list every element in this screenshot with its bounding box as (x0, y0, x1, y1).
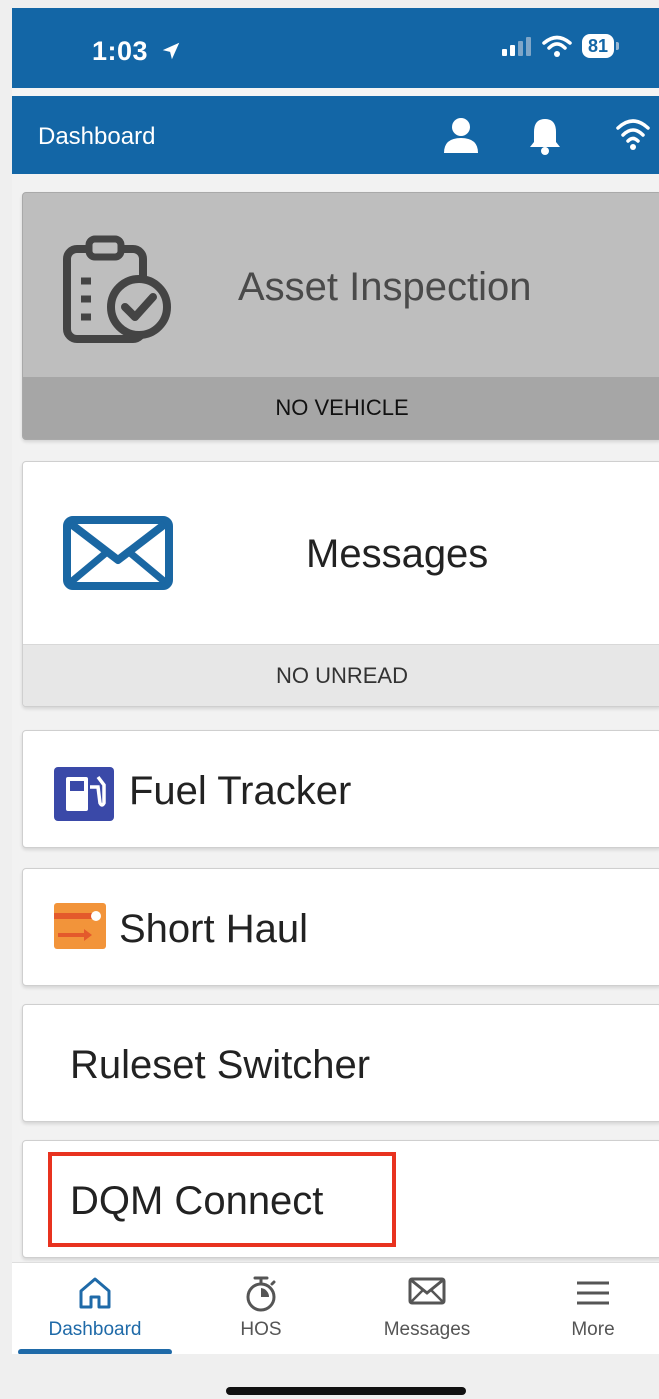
tab-messages-label: Messages (383, 1319, 471, 1340)
ruleset-switcher-card[interactable]: Ruleset Switcher (22, 1004, 659, 1122)
tab-dashboard[interactable]: Dashboard (12, 1263, 178, 1355)
stopwatch-icon (246, 1276, 276, 1312)
asset-inspection-status: NO VEHICLE (23, 377, 659, 439)
wifi-connection-icon[interactable] (615, 116, 651, 152)
clipboard-check-icon (63, 235, 171, 343)
status-bar: 1:03 81 (12, 8, 659, 88)
battery-tip (616, 42, 619, 50)
page-title: Dashboard (38, 123, 156, 150)
messages-main: Messages (23, 462, 659, 644)
asset-inspection-main: Asset Inspection (23, 193, 659, 377)
battery-indicator: 81 (581, 34, 619, 58)
wifi-status-icon (542, 35, 572, 57)
header-separator (12, 88, 659, 96)
battery-level: 81 (581, 34, 614, 58)
tab-hos[interactable]: HOS (178, 1263, 344, 1355)
menu-icon (577, 1281, 609, 1305)
home-indicator-area (12, 1354, 659, 1399)
messages-card[interactable]: Messages NO UNREAD (22, 461, 659, 707)
envelope-icon (408, 1277, 446, 1305)
fuel-tracker-label: Fuel Tracker (129, 769, 352, 813)
notification-bell-icon[interactable] (527, 116, 563, 156)
status-indicators: 81 (501, 34, 619, 58)
home-indicator[interactable] (226, 1387, 466, 1395)
tab-more-label: More (571, 1319, 615, 1340)
highlight-box (48, 1152, 396, 1247)
asset-inspection-title: Asset Inspection (238, 265, 532, 309)
short-haul-icon (54, 903, 106, 949)
tab-hos-label: HOS (240, 1319, 282, 1340)
app-header: Dashboard (12, 96, 659, 174)
fuel-tracker-card[interactable]: Fuel Tracker (22, 730, 659, 848)
messages-title: Messages (306, 532, 489, 576)
cellular-signal-icon (501, 37, 531, 56)
ruleset-switcher-label: Ruleset Switcher (70, 1043, 371, 1087)
tab-dashboard-label: Dashboard (48, 1319, 142, 1340)
status-time: 1:03 (92, 36, 182, 67)
fuel-pump-icon (54, 767, 114, 821)
status-time-text: 1:03 (92, 36, 149, 66)
messages-status: NO UNREAD (23, 644, 659, 706)
tab-messages[interactable]: Messages (344, 1263, 510, 1355)
bottom-tab-bar: Dashboard HOS Messages More (12, 1262, 659, 1355)
envelope-icon (63, 516, 173, 590)
short-haul-label: Short Haul (119, 907, 308, 951)
tab-more[interactable]: More (510, 1263, 659, 1355)
short-haul-card[interactable]: Short Haul (22, 868, 659, 986)
asset-inspection-card[interactable]: Asset Inspection NO VEHICLE (22, 192, 659, 440)
home-icon (79, 1277, 111, 1309)
location-arrow-icon (162, 42, 180, 60)
user-profile-icon[interactable] (442, 116, 480, 154)
dashboard-content: Asset Inspection NO VEHICLE Messages NO … (12, 174, 659, 1262)
